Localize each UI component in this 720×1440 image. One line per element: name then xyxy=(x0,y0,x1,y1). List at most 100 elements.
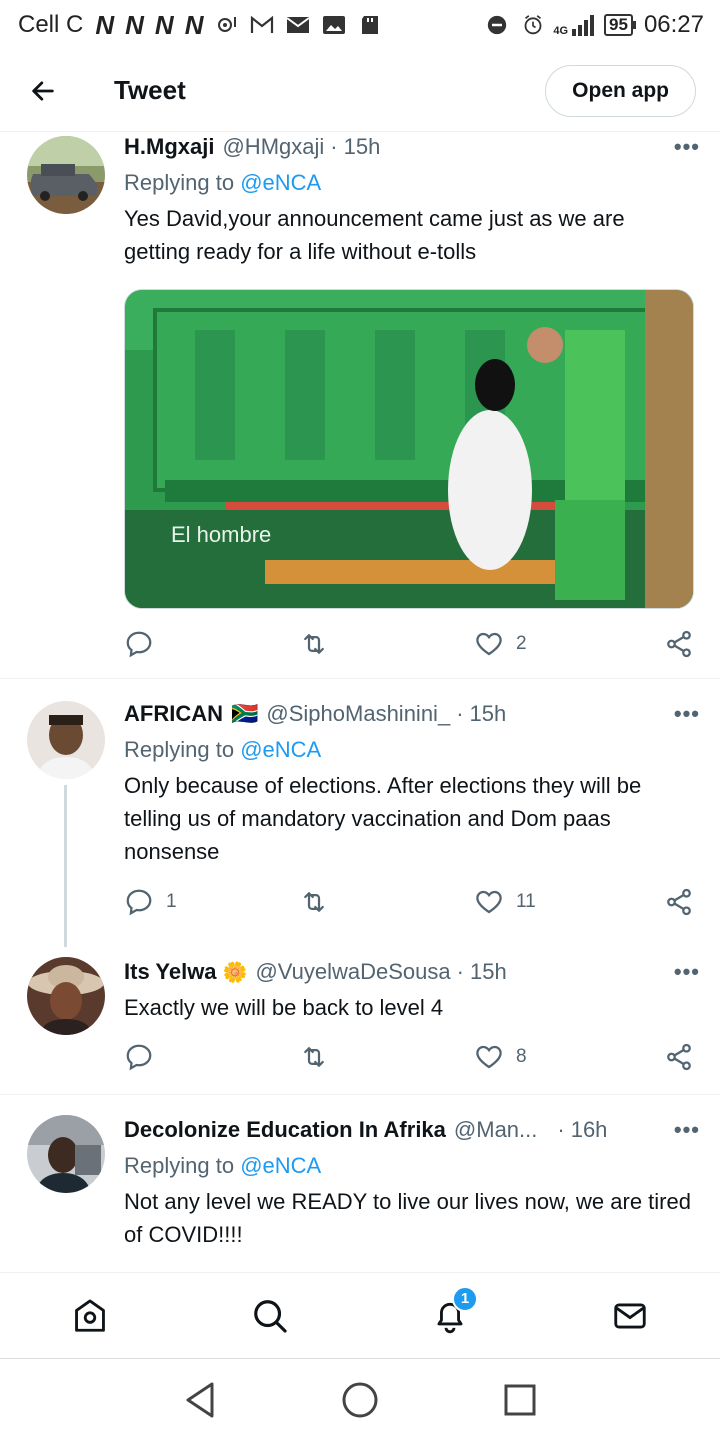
tweet-text: Yes David,your announcement came just as… xyxy=(124,206,625,264)
like-count: 11 xyxy=(516,891,536,912)
tweet-time[interactable]: 16h xyxy=(571,1117,608,1143)
system-navigation-bar xyxy=(0,1358,720,1440)
gallery-icon xyxy=(323,16,346,34)
like-count: 2 xyxy=(516,633,527,654)
tweet-item[interactable]: Its Yelwa 🌼 @VuyelwaDeSousa · 15h ••• Ex… xyxy=(0,947,720,1095)
mention-link[interactable]: @eNCA xyxy=(240,1153,321,1178)
carrier-label: Cell C xyxy=(18,11,84,38)
retweet-icon xyxy=(304,1047,324,1067)
media-caption: El hombre xyxy=(171,522,272,547)
search-icon xyxy=(254,1299,287,1333)
tweet-media-image[interactable]: El hombre xyxy=(124,289,694,609)
like-button[interactable]: 2 xyxy=(474,629,649,659)
retweet-button[interactable] xyxy=(299,1042,474,1072)
author-name[interactable]: AFRICAN xyxy=(124,701,223,727)
square-recents-icon xyxy=(504,1384,536,1415)
back-arrow-icon xyxy=(32,80,54,101)
avatar[interactable] xyxy=(27,1115,105,1193)
open-app-button[interactable]: Open app xyxy=(545,64,696,117)
replying-to: Replying to @eNCA xyxy=(124,737,321,763)
clock: 06:27 xyxy=(643,11,704,38)
nav-messages[interactable] xyxy=(600,1286,660,1346)
system-recents-button[interactable] xyxy=(490,1370,550,1430)
like-button[interactable]: 8 xyxy=(474,1042,649,1072)
more-options-icon[interactable]: ••• xyxy=(674,134,700,160)
author-name[interactable]: Decolonize Education In Afrika xyxy=(124,1117,446,1143)
gmail-icon xyxy=(251,15,274,33)
n-icon: N xyxy=(125,9,144,40)
dnd-icon xyxy=(488,15,507,35)
replying-to: Replying to @eNCA xyxy=(124,170,321,196)
thread-line xyxy=(64,785,67,947)
tweet-feed[interactable]: H.Mgxaji @HMgxaji · 15h ••• Replying to … xyxy=(0,132,720,1272)
share-button[interactable] xyxy=(664,1042,694,1072)
system-home-button[interactable] xyxy=(330,1370,390,1430)
n-icon: N xyxy=(95,9,114,40)
like-button[interactable]: 11 xyxy=(474,887,649,917)
network-type-label: 4G xyxy=(553,25,569,37)
tweet-item[interactable]: AFRICAN 🇿🇦 @SiphoMashinini_ · 15h ••• Re… xyxy=(0,679,720,947)
bottom-navigation: 1 xyxy=(0,1272,720,1358)
mention-link[interactable]: @eNCA xyxy=(240,170,321,195)
author-name[interactable]: H.Mgxaji xyxy=(124,134,214,160)
more-options-icon[interactable]: ••• xyxy=(674,1117,700,1143)
tweet-text: Exactly we will be back to level 4 xyxy=(124,995,444,1020)
system-back-button[interactable] xyxy=(170,1370,230,1430)
author-handle[interactable]: @VuyelwaDeSousa xyxy=(255,959,450,985)
tweet-item[interactable]: H.Mgxaji @HMgxaji · 15h ••• Replying to … xyxy=(0,132,720,678)
circle-home-icon xyxy=(342,1382,378,1417)
south-africa-flag-icon: 🇿🇦 xyxy=(231,701,259,726)
reply-count: 1 xyxy=(166,891,177,912)
reply-button[interactable] xyxy=(124,629,299,659)
tweet-item[interactable]: Decolonize Education In Afrika @Man... ·… xyxy=(0,1095,720,1272)
share-icon xyxy=(667,630,691,658)
tweet-time[interactable]: 15h xyxy=(470,959,507,985)
nav-notifications[interactable]: 1 xyxy=(420,1285,480,1346)
mention-link[interactable]: @eNCA xyxy=(240,737,321,762)
retweet-button[interactable] xyxy=(299,887,474,917)
retweet-button[interactable] xyxy=(299,629,474,659)
author-handle[interactable]: @Man... xyxy=(454,1117,537,1143)
avatar[interactable] xyxy=(27,701,105,779)
avatar[interactable] xyxy=(27,957,105,1035)
author-handle[interactable]: @HMgxaji xyxy=(222,134,324,160)
envelope-icon xyxy=(614,1302,646,1329)
flower-emoji-icon: 🌼 xyxy=(222,961,248,984)
alarm-icon xyxy=(524,15,542,35)
tweet-time[interactable]: 15h xyxy=(470,701,507,727)
heart-icon xyxy=(476,890,502,914)
more-options-icon[interactable]: ••• xyxy=(674,959,700,985)
signal-icon: 4G xyxy=(553,14,596,37)
reply-button[interactable]: 1 xyxy=(124,887,299,917)
camera-icon xyxy=(218,17,237,32)
triangle-back-icon xyxy=(186,1382,214,1417)
tweet-text: Only because of elections. After electio… xyxy=(124,773,642,864)
author-name[interactable]: Its Yelwa xyxy=(124,959,217,985)
garbage-truck-photo xyxy=(125,290,693,608)
separator-dot: · xyxy=(557,1117,565,1142)
replying-to: Replying to @eNCA xyxy=(124,1153,321,1179)
like-count: 8 xyxy=(516,1046,527,1067)
battery-icon: 95 xyxy=(604,14,636,36)
share-icon xyxy=(667,888,691,916)
more-options-icon[interactable]: ••• xyxy=(674,701,700,727)
reply-icon xyxy=(126,889,152,916)
reply-button[interactable] xyxy=(124,1042,299,1072)
share-button[interactable] xyxy=(664,629,694,659)
avatar[interactable] xyxy=(27,136,105,214)
notification-badge: 1 xyxy=(452,1285,478,1312)
retweet-icon xyxy=(304,634,324,654)
nav-search[interactable] xyxy=(240,1286,300,1346)
n-icon: N xyxy=(184,9,204,40)
tweet-time[interactable]: 15h xyxy=(344,134,381,160)
page-title: Tweet xyxy=(114,75,186,105)
share-icon xyxy=(667,1043,691,1071)
share-button[interactable] xyxy=(664,887,694,917)
back-button[interactable] xyxy=(22,70,64,112)
tweet-text: Not any level we READY to live our lives… xyxy=(124,1189,691,1247)
reply-icon xyxy=(126,1044,152,1071)
separator-dot: · xyxy=(330,134,338,159)
nav-home[interactable] xyxy=(60,1286,120,1346)
author-handle[interactable]: @SiphoMashinini_ xyxy=(266,701,450,727)
replying-to-label: Replying to xyxy=(124,170,241,195)
